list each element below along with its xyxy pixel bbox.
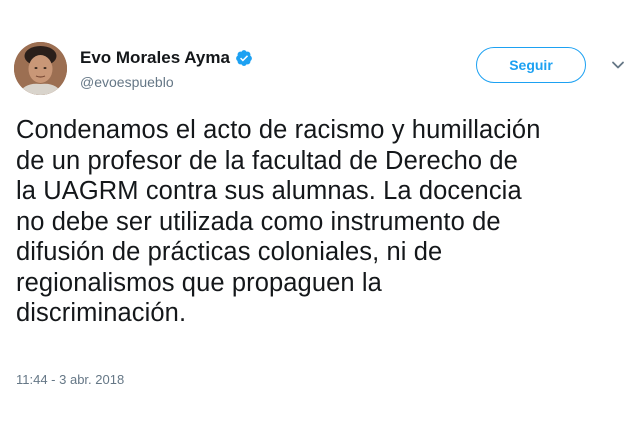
tweet-header: Evo Morales Ayma @evoespueblo Seguir [14,42,626,100]
tweet-card: Evo Morales Ayma @evoespueblo Seguir Con… [0,0,640,427]
tweet-text-line: discriminación. [16,299,187,327]
display-name[interactable]: Evo Morales Ayma [80,48,230,68]
tweet-text-line: la UAGRM contra sus alumnas. La docencia [16,177,522,205]
name-row: Evo Morales Ayma [80,48,253,68]
tweet-text: Condenamos el acto de racismo y humillac… [16,115,626,329]
tweet-text-line: no debe ser utilizada como instrumento d… [16,207,501,236]
tweet-text-line: Condenamos el acto de racismo y humillac… [16,116,541,144]
avatar[interactable] [14,42,67,95]
follow-button[interactable]: Seguir [476,47,586,83]
verified-badge-icon [236,50,252,66]
avatar-portrait-icon [14,42,67,95]
tweet-timestamp[interactable]: 11:44 - 3 abr. 2018 [16,372,124,387]
tweet-text-line: difusión de prácticas coloniales, ni de [16,238,443,266]
tweet-text-line: de un profesor de la facultad de Derecho… [16,146,518,175]
chevron-down-icon[interactable] [610,57,626,73]
tweet-text-line: regionalismos que propaguen la [16,268,382,297]
user-handle[interactable]: @evoespueblo [80,74,174,90]
